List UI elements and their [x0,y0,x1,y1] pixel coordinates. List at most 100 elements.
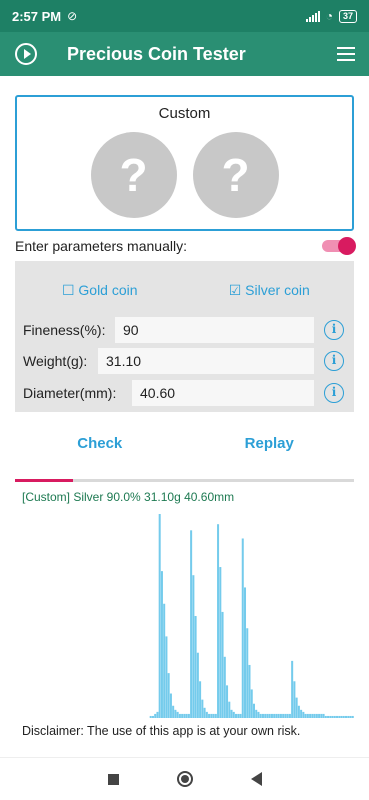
spectrum-bar [232,711,235,718]
spectrum-bar [340,715,343,718]
sound-spectrum-chart [149,514,354,718]
spectrum-bar [237,713,240,718]
manual-entry-toggle[interactable] [322,237,356,255]
action-buttons: Check Replay [15,430,354,458]
spectrum-bar [160,571,163,718]
coin-front-placeholder: ? [90,132,177,218]
spectrum-bar [239,713,242,718]
spectrum-bar [214,713,217,718]
spectrum-bar [205,711,208,718]
app-title: Precious Coin Tester [67,43,246,64]
spectrum-bar [243,587,247,718]
spectrum-bar [241,538,244,718]
replay-button[interactable]: Replay [185,430,355,458]
spectrum-bar [327,715,330,718]
spectrum-bar [235,713,238,718]
signal-icon [305,10,320,22]
spectrum-bar [259,713,262,718]
spectrum-bar [318,713,321,718]
spectrum-bar [349,715,352,718]
spectrum-bar [304,713,307,718]
spectrum-bar [217,524,220,718]
home-icon[interactable] [176,771,193,787]
spectrum-bar [351,715,354,718]
spectrum-bar [257,711,260,718]
fineness-info-icon[interactable]: i [324,320,344,340]
diameter-row: Diameter(mm): 40.60 i [15,380,354,406]
spectrum-bar [187,713,190,718]
spectrum-bar [347,715,350,718]
spectrum-bar [194,616,197,718]
spectrum-bar [293,681,296,718]
app-bar: Precious Coin Tester [0,32,369,76]
result-summary: [Custom] Silver 90.0% 31.10g 40.60mm [22,490,235,504]
fineness-input[interactable]: 90 [115,317,314,343]
spectrum-bar [277,713,280,718]
spectrum-bar [336,715,339,718]
weight-info-icon[interactable]: i [324,351,344,371]
fineness-label: Fineness(%): [23,322,106,338]
play-icon[interactable] [15,43,37,65]
spectrum-bar [255,709,258,718]
manual-entry-label: Enter parameters manually: [15,238,187,254]
spectrum-bar [282,713,285,718]
spectrum-bar [228,701,231,718]
silver-coin-checkbox[interactable]: ☑ Silver coin [185,282,355,299]
spectrum-bar [203,707,206,718]
disclaimer-text: Disclaimer: The use of this app is at yo… [22,724,301,738]
spectrum-bar [149,715,152,718]
spectrum-bar [264,713,267,718]
back-icon[interactable] [250,772,262,786]
manual-entry-row: Enter parameters manually: [15,236,356,256]
spectrum-bar [333,715,336,718]
spectrum-bar [163,603,166,718]
spectrum-bar [273,713,276,718]
spectrum-bar [210,713,213,718]
spectrum-bar [329,715,332,718]
spectrum-bar [338,715,341,718]
spectrum-bar [345,715,348,718]
test-progress-bar [15,479,354,482]
spectrum-bar [151,715,154,718]
status-icons: ◔ 37 [305,9,357,23]
spectrum-bar [226,685,229,718]
wifi-icon: ◔ [325,9,333,23]
coin-images: ? ? [17,132,352,218]
spectrum-bar [174,709,177,718]
spectrum-bar [291,660,294,718]
recents-icon[interactable] [107,773,119,785]
diameter-info-icon[interactable]: i [324,383,344,403]
alarm-off-icon: ⊘ [67,9,78,23]
spectrum-bar [268,713,271,718]
spectrum-bar [250,689,253,718]
spectrum-bar [221,611,224,718]
spectrum-bar [284,713,287,718]
coin-preset-label: Custom [158,105,211,122]
spectrum-bar [176,711,179,718]
spectrum-bar [300,709,303,718]
spectrum-bar [252,703,255,718]
spectrum-bar [261,713,264,718]
coin-type-selector: ☐ Gold coin ☑ Silver coin [15,261,354,319]
spectrum-bar [230,709,233,718]
spectrum-bar [219,567,222,718]
weight-row: Weight(g): 31.10 i [15,348,354,374]
coin-preview-box[interactable]: Custom ? ? [15,95,354,231]
spectrum-bar [275,713,278,718]
spectrum-bar [185,713,188,718]
spectrum-bar [311,713,314,718]
diameter-input[interactable]: 40.60 [132,380,314,406]
gold-coin-checkbox[interactable]: ☐ Gold coin [15,282,185,299]
check-button[interactable]: Check [15,430,185,458]
hamburger-menu-icon[interactable] [337,47,355,61]
spectrum-bar [266,713,269,718]
spectrum-bar [309,713,312,718]
spectrum-bar [158,514,161,718]
weight-label: Weight(g): [23,353,88,369]
app-screen: 2:57 PM ⊘ ◔ 37 Precious Coin Tester Cust… [0,0,369,800]
spectrum-bar [295,697,298,718]
test-progress-fill [15,479,73,482]
spectrum-bar [172,705,175,718]
weight-input[interactable]: 31.10 [98,348,314,374]
status-time: 2:57 PM [12,8,62,24]
